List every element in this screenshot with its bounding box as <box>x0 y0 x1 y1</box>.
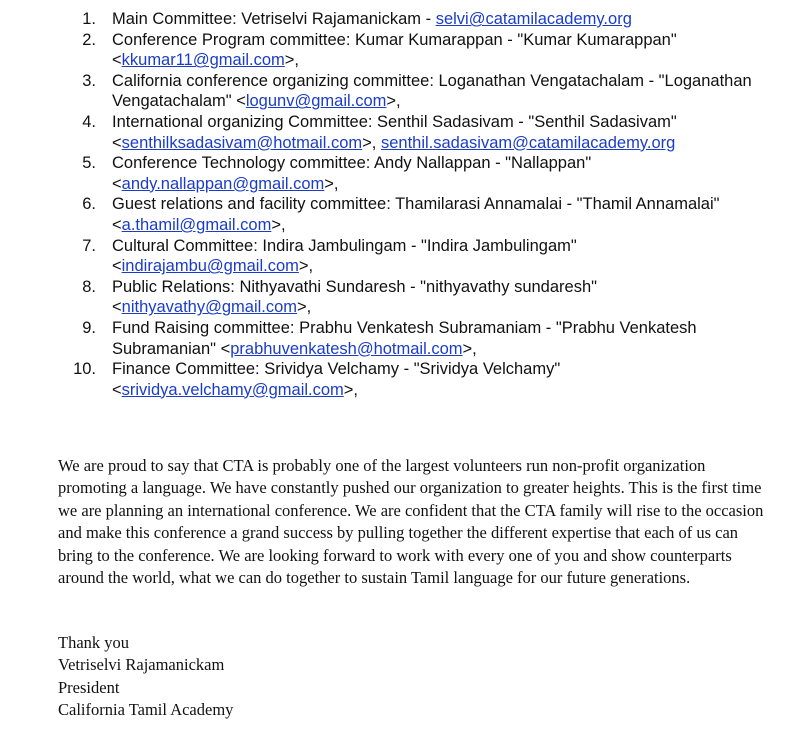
signature-block: Thank you Vetriselvi Rajamanickam Presid… <box>58 632 233 722</box>
committee-item-4: 4. International organizing Committee: Se… <box>0 112 800 153</box>
organization-name: California Tamil Academy <box>58 700 234 720</box>
item-number: 1. <box>82 10 96 28</box>
committee-item-8: 8. Public Relations: Nithyavathi Sundares… <box>0 277 800 318</box>
committee-item-3: 3. California conference organizing commi… <box>0 71 800 112</box>
item-number: 6. <box>82 195 96 214</box>
committee-text: Main Committee: Vetriselvi Rajamanickam … <box>112 10 436 28</box>
committee-suffix: >, <box>386 92 401 111</box>
committee-suffix: >, <box>324 174 339 193</box>
committee-suffix: >, <box>462 339 477 358</box>
committee-separator: >, <box>362 133 381 152</box>
closing-line: Thank you <box>58 633 130 652</box>
committee-item-10: 10. Finance Committee: Srividya Velchamy … <box>0 359 800 400</box>
letter-paragraph: We are proud to say that CTA is probably… <box>58 456 764 588</box>
committee-list: 1. Main Committee: Vetriselvi Rajamanicka… <box>0 9 800 400</box>
email-link[interactable]: senthilksadasivam@hotmail.com <box>122 134 363 152</box>
item-number: 3. <box>82 71 96 90</box>
committee-suffix: >, <box>271 215 286 234</box>
email-link[interactable]: srividya.velchamy@gmail.com <box>122 381 344 399</box>
committee-item-1: 1. Main Committee: Vetriselvi Rajamanicka… <box>0 9 800 30</box>
signer-name: Vetriselvi Rajamanickam <box>58 655 225 675</box>
signer-title: President <box>58 677 120 697</box>
committee-item-9: 9. Fund Raising committee: Prabhu Venkate… <box>0 318 800 359</box>
email-link[interactable]: prabhuvenkatesh@hotmail.com <box>230 340 462 358</box>
committee-item-7: 7. Cultural Committee: Indira Jambulingam… <box>0 236 800 277</box>
item-number: 7. <box>82 236 96 255</box>
committee-suffix: >, <box>297 298 312 317</box>
email-link[interactable]: andy.nallappan@gmail.com <box>122 175 325 193</box>
email-link[interactable]: selvi@catamilacademy.org <box>436 10 632 28</box>
committee-suffix: >, <box>284 51 300 70</box>
email-link[interactable]: nithyavathy@gmail.com <box>122 298 297 316</box>
item-number: 8. <box>82 277 96 296</box>
email-link[interactable]: logunv@gmail.com <box>246 92 387 110</box>
committee-item-6: 6. Guest relations and facility committee… <box>0 194 800 235</box>
item-number: 9. <box>82 318 96 337</box>
committee-suffix: >, <box>298 257 314 276</box>
item-number: 5. <box>82 154 96 173</box>
item-number: 4. <box>82 112 96 131</box>
email-link-secondary[interactable]: senthil.sadasivam@catamilacademy.org <box>381 134 675 152</box>
email-link[interactable]: indirajambu@gmail.com <box>122 257 299 275</box>
committee-item-5: 5. Conference Technology committee: Andy … <box>0 153 800 194</box>
committee-suffix: >, <box>343 380 359 399</box>
email-link[interactable]: a.thamil@gmail.com <box>122 216 272 234</box>
email-link[interactable]: kkumar11@gmail.com <box>122 51 285 69</box>
committee-item-2: 2. Conference Program committee: Kumar Ku… <box>0 30 800 71</box>
committee-text: California conference organizing committ… <box>112 71 752 111</box>
item-number: 10. <box>73 360 96 379</box>
item-number: 2. <box>82 30 96 49</box>
